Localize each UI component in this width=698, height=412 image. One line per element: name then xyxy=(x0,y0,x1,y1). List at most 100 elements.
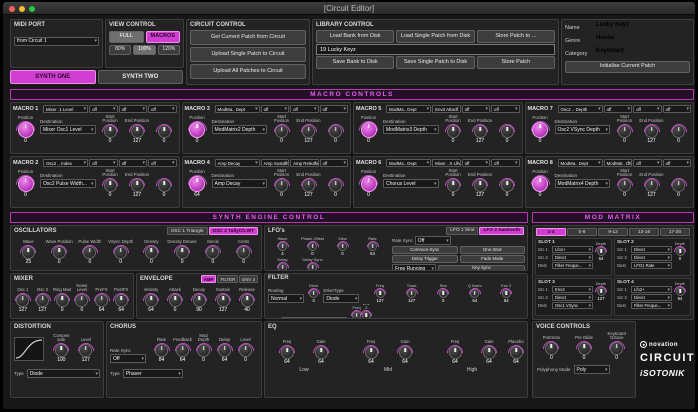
polyphony-mode-select[interactable]: Poly xyxy=(573,365,610,374)
macro-assign-select-2[interactable]: Env3 Attack xyxy=(432,105,461,113)
mod-matrix-tab[interactable]: 1-4 xyxy=(536,228,566,236)
knob-dial[interactable] xyxy=(157,125,171,138)
knob-dial[interactable] xyxy=(75,294,89,307)
envelope-tab[interactable]: AMP xyxy=(200,275,217,283)
knob-dial[interactable] xyxy=(544,342,558,355)
knob-dial[interactable] xyxy=(314,346,328,359)
osc-tab[interactable]: OSC 1 Triangle xyxy=(166,227,208,235)
knob-dial[interactable] xyxy=(309,289,319,298)
filter-type-select[interactable]: Bandpass 6 dB xyxy=(280,316,347,318)
knob-dial[interactable] xyxy=(308,242,317,251)
macro-assign-select-4[interactable]: off xyxy=(319,159,348,167)
knob-dial[interactable] xyxy=(360,122,377,138)
macro-assign-select-1[interactable]: Amp Decay xyxy=(214,159,260,167)
knob-dial[interactable] xyxy=(610,342,624,355)
knob-dial[interactable] xyxy=(596,287,606,296)
macro-assign-select-1[interactable]: Osc2 .. Depth xyxy=(557,105,603,113)
knob-dial[interactable] xyxy=(446,179,460,192)
knob-dial[interactable] xyxy=(168,294,182,307)
knob-dial[interactable] xyxy=(470,289,480,298)
macro-assign-select-3[interactable]: off xyxy=(290,105,319,113)
destination-select[interactable]: ModMatrix4 Depth xyxy=(554,179,610,188)
circuit-control-button[interactable]: Get Current Patch from Circuit xyxy=(190,30,306,45)
initialise-patch-button[interactable]: Initialise Current Patch xyxy=(565,61,690,73)
knob-dial[interactable] xyxy=(17,176,34,192)
knob-dial[interactable] xyxy=(175,246,189,259)
macro-assign-select-1[interactable]: ModMa.. Dept xyxy=(557,159,603,167)
macro-assign-select-2[interactable]: off xyxy=(603,105,633,113)
macro-assign-select-3[interactable]: Amp Release xyxy=(290,159,319,167)
destination-select[interactable]: ModMatrix2 Depth xyxy=(211,125,267,134)
knob-dial[interactable] xyxy=(407,289,417,298)
destination-select[interactable]: Amp Decay xyxy=(211,179,267,188)
knob-dial[interactable] xyxy=(438,289,448,298)
knob-dial[interactable] xyxy=(596,247,606,256)
knob-dial[interactable] xyxy=(239,344,252,357)
mod-matrix-tab[interactable]: 17-20 xyxy=(660,228,690,236)
midi-port-select[interactable]: from Circuit 1 xyxy=(14,36,99,46)
knob-dial[interactable] xyxy=(532,122,548,138)
destination-select[interactable]: Osc2 Pulse Width... xyxy=(40,179,96,188)
knob-dial[interactable] xyxy=(95,294,109,307)
macro-assign-select-1[interactable]: ModMa.. Dept xyxy=(214,105,260,113)
knob-dial[interactable] xyxy=(144,294,158,307)
src2-select[interactable]: Direct xyxy=(552,254,593,261)
knob-dial[interactable] xyxy=(189,176,205,192)
macro-assign-select-1[interactable]: ModMa.. Dept xyxy=(386,105,432,113)
knob-dial[interactable] xyxy=(398,346,412,359)
knob-dial[interactable] xyxy=(448,346,462,359)
knob-dial[interactable] xyxy=(375,289,385,298)
src2-select[interactable]: Direct xyxy=(552,294,593,301)
macro-assign-select-2[interactable]: off xyxy=(260,105,290,113)
zoom-button[interactable]: 120% xyxy=(157,45,180,55)
macro-assign-select-2[interactable]: ModMat.. Dept xyxy=(603,159,633,167)
destination-select[interactable]: ModMatrix3 Depth xyxy=(383,125,439,134)
synth-tab[interactable]: SYNTH ONE xyxy=(10,70,96,84)
lfo-delay-button[interactable]: Delay Trigger xyxy=(392,255,458,263)
library-button[interactable]: Save Bank to Disk xyxy=(316,56,395,69)
knob-dial[interactable] xyxy=(155,344,168,357)
destination-select[interactable]: Mixer Osc1 Level xyxy=(40,125,96,134)
knob-dial[interactable] xyxy=(672,125,685,138)
field-value[interactable]: Keyboard xyxy=(596,48,690,59)
macro-assign-select-4[interactable]: off xyxy=(491,105,520,113)
circuit-control-button[interactable]: Upload All Patches to Circuit xyxy=(190,64,306,79)
close-icon[interactable] xyxy=(9,5,15,12)
knob-dial[interactable] xyxy=(79,344,93,357)
macro-assign-select-2[interactable]: off xyxy=(89,105,118,113)
macro-assign-select-2[interactable]: off xyxy=(89,159,118,167)
knob-dial[interactable] xyxy=(103,179,117,192)
knob-dial[interactable] xyxy=(500,125,514,138)
knob-dial[interactable] xyxy=(500,179,514,192)
src2-select[interactable]: Direct xyxy=(631,254,672,261)
run-mode-select[interactable]: Free Running xyxy=(392,264,436,270)
knob-dial[interactable] xyxy=(482,346,496,359)
field-value[interactable]: Lucky Keyz xyxy=(596,22,690,33)
rate-sync-select[interactable]: Off xyxy=(414,236,451,245)
zoom-button[interactable]: 80% xyxy=(109,45,132,55)
library-button[interactable]: Store Patch to ... xyxy=(476,30,555,43)
src1-select[interactable]: Direct xyxy=(631,246,672,253)
knob-dial[interactable] xyxy=(192,294,206,307)
macro-assign-select-3[interactable]: off xyxy=(633,105,662,113)
dest-select[interactable]: LFO1 Rate xyxy=(631,262,672,269)
knob-dial[interactable] xyxy=(216,294,230,307)
macro-assign-select-3[interactable]: off xyxy=(461,105,491,113)
macro-assign-select-2[interactable]: Mixer ..X Level xyxy=(432,159,461,167)
knob-dial[interactable] xyxy=(130,125,144,138)
knob-dial[interactable] xyxy=(329,125,342,138)
rate-sync-select[interactable]: Off xyxy=(110,354,146,363)
knob-dial[interactable] xyxy=(114,294,128,307)
macro-assign-select-4[interactable]: off xyxy=(491,159,520,167)
macro-assign-select-4[interactable]: off xyxy=(319,105,348,113)
patch-name-field[interactable]: 19 Lucky Keyz xyxy=(316,44,555,55)
drive-type-select[interactable]: Diode xyxy=(323,294,360,304)
knob-dial[interactable] xyxy=(275,125,288,138)
destination-select[interactable]: Chorus Level xyxy=(383,179,439,188)
envelope-tab[interactable]: FILTER xyxy=(217,275,239,283)
knob-dial[interactable] xyxy=(364,346,378,359)
knob-dial[interactable] xyxy=(103,125,117,138)
src1-select[interactable]: Lfo1+ xyxy=(552,246,593,253)
knob-dial[interactable] xyxy=(473,125,487,138)
knob-dial[interactable] xyxy=(83,246,97,259)
